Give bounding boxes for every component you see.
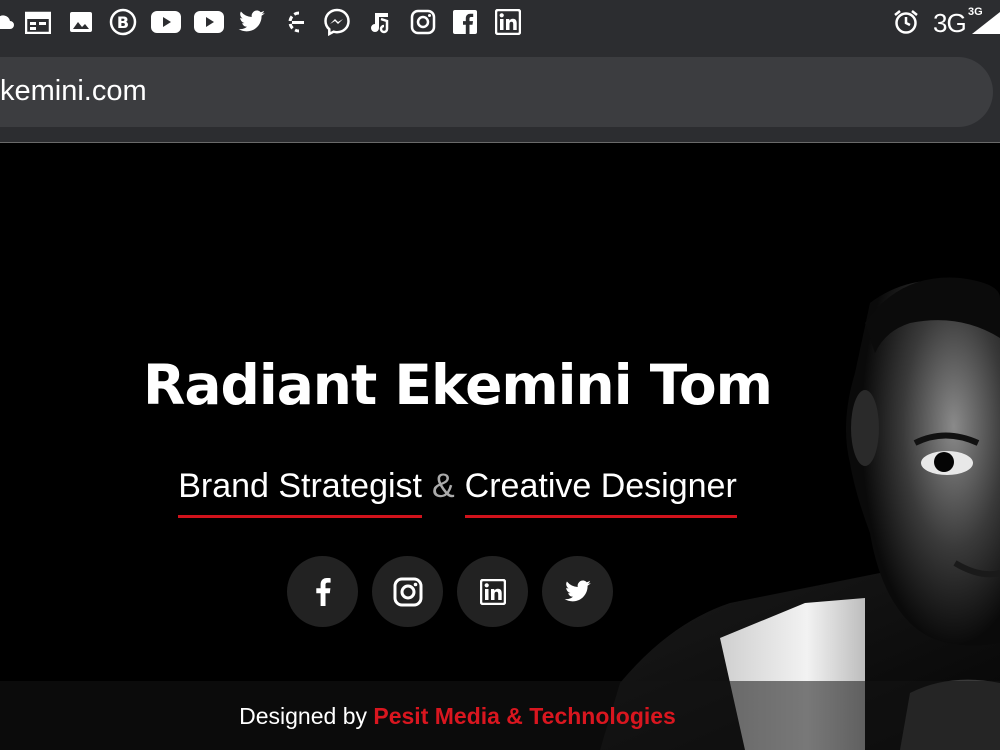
hero-section: Radiant Ekemini Tom Brand Strategist & Cre… bbox=[0, 143, 1000, 750]
address-bar[interactable]: kemini.com bbox=[0, 57, 993, 127]
youtube-icon bbox=[194, 6, 224, 38]
b-circle-icon: B bbox=[108, 6, 138, 38]
hero-role: Brand Strategist & Creative Designer bbox=[0, 467, 915, 518]
svg-text:B: B bbox=[117, 13, 129, 32]
instagram-icon bbox=[408, 6, 438, 38]
calendar-icon bbox=[23, 6, 53, 38]
youtube-icon bbox=[151, 6, 181, 38]
twitter-link[interactable] bbox=[542, 556, 613, 627]
cloud-icon bbox=[0, 6, 16, 38]
instagram-icon bbox=[393, 577, 422, 606]
role-creative-designer: Creative Designer bbox=[464, 467, 737, 518]
music-icon bbox=[364, 6, 394, 38]
url-text[interactable]: kemini.com bbox=[0, 75, 147, 108]
twitter-icon bbox=[564, 579, 591, 601]
facebook-icon bbox=[315, 577, 331, 606]
image-icon bbox=[66, 6, 96, 38]
role-brand-strategist: Brand Strategist bbox=[178, 467, 422, 518]
browser-toolbar: kemini.com bbox=[0, 44, 1000, 143]
footer-brand-link[interactable]: Pesit Media & Technologies bbox=[373, 703, 675, 729]
footer-credit: Designed by Pesit Media & Technologies bbox=[0, 703, 915, 730]
social-links bbox=[287, 556, 613, 627]
network-type: 3G bbox=[933, 8, 967, 38]
messenger-icon bbox=[322, 6, 352, 38]
role-ampersand: & bbox=[431, 467, 455, 505]
status-bar: B 3G 3G bbox=[0, 0, 1000, 44]
signal-icon bbox=[972, 12, 1000, 38]
instagram-link[interactable] bbox=[372, 556, 443, 627]
twitter-icon bbox=[237, 6, 267, 38]
footer: Designed by Pesit Media & Technologies bbox=[0, 681, 1000, 750]
hero-name: Radiant Ekemini Tom bbox=[143, 353, 773, 417]
ubuntu-like-icon bbox=[280, 6, 310, 38]
linkedin-icon bbox=[479, 578, 506, 605]
footer-prefix: Designed by bbox=[239, 703, 374, 729]
linkedin-link[interactable] bbox=[457, 556, 528, 627]
alarm-icon bbox=[891, 6, 921, 38]
facebook-icon bbox=[450, 6, 480, 38]
facebook-link[interactable] bbox=[287, 556, 358, 627]
linkedin-icon bbox=[493, 6, 523, 38]
